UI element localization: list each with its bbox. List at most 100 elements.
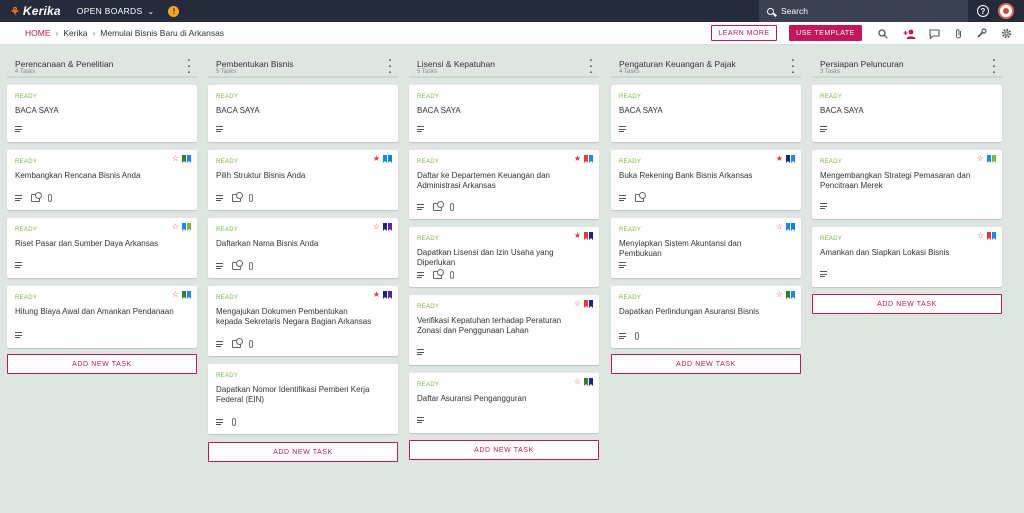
task-card[interactable]: READY Buka Rekening Bank Bisnis Arkansas ★: [611, 150, 801, 210]
task-card[interactable]: READY Kembangkan Rencana Bisnis Anda ☆: [7, 150, 197, 210]
kerika-logo[interactable]: ⚘ Kerika: [10, 4, 61, 18]
help-icon[interactable]: ?: [977, 5, 989, 17]
search-input[interactable]: Search: [759, 0, 968, 22]
task-flags: ☆: [373, 223, 392, 231]
add-new-task-button[interactable]: ADD NEW TASK: [7, 354, 197, 374]
star-filled-icon[interactable]: ★: [373, 291, 380, 299]
task-card[interactable]: READY Menyiapkan Sistem Akuntansi dan Pem…: [611, 218, 801, 278]
star-outline-icon[interactable]: ☆: [977, 155, 984, 163]
chat-icon[interactable]: [928, 27, 941, 40]
star-filled-icon[interactable]: ★: [574, 232, 581, 240]
alert-icon[interactable]: !: [168, 5, 180, 17]
more-vert-icon[interactable]: · · ·: [187, 56, 191, 79]
tag-flag-icon: [383, 291, 387, 299]
star-outline-icon[interactable]: ☆: [172, 291, 179, 299]
star-outline-icon[interactable]: ☆: [977, 232, 984, 240]
task-status: READY: [619, 295, 642, 301]
column-header[interactable]: Pembentukan Bisnis 5 Tasks · · ·: [208, 52, 398, 79]
task-card[interactable]: READY Daftar ke Departemen Keuangan dan A…: [409, 150, 599, 219]
task-status: READY: [619, 159, 642, 165]
column-header[interactable]: Lisensi & Kepatuhan 5 Tasks · · ·: [409, 52, 599, 79]
task-icons: [216, 126, 232, 132]
task-card[interactable]: READY BACA SAYA: [409, 85, 599, 142]
tag-flag-icon: [589, 155, 593, 163]
more-vert-icon[interactable]: · · ·: [791, 56, 795, 79]
task-card[interactable]: READY Mengembangkan Strategi Pemasaran da…: [812, 150, 1002, 219]
breadcrumb: HOME › Kerika › Memulai Bisnis Baru di A…: [25, 28, 224, 38]
tag-flag-icon: [187, 155, 191, 163]
tag-flag-icon: [992, 232, 996, 240]
learn-more-button[interactable]: LEARN MORE: [711, 25, 777, 41]
board-column: Lisensi & Kepatuhan 5 Tasks · · · READY BACA S…: [409, 52, 599, 460]
task-card[interactable]: READY Pilih Struktur Bisnis Anda ★: [208, 150, 398, 210]
add-member-icon[interactable]: [903, 27, 916, 40]
description-icon: [619, 262, 626, 268]
add-new-task-button[interactable]: ADD NEW TASK: [208, 442, 398, 462]
star-outline-icon[interactable]: ☆: [776, 291, 783, 299]
task-status: READY: [216, 94, 239, 100]
board-header: HOME › Kerika › Memulai Bisnis Baru di A…: [0, 22, 1024, 45]
task-card[interactable]: READY Verifikasi Kepatuhan terhadap Perat…: [409, 295, 599, 365]
task-card[interactable]: READY Hitung Biaya Awal dan Amankan Penda…: [7, 286, 197, 348]
add-new-task-button[interactable]: ADD NEW TASK: [812, 294, 1002, 314]
more-vert-icon[interactable]: · · ·: [589, 56, 593, 79]
task-card[interactable]: READY Mengajukan Dokumen Pembentukan kepa…: [208, 286, 398, 356]
tag-flag-icon: [388, 223, 392, 231]
gear-icon[interactable]: [1000, 27, 1013, 40]
star-outline-icon[interactable]: ☆: [776, 223, 783, 231]
star-filled-icon[interactable]: ★: [574, 155, 581, 163]
breadcrumb-org[interactable]: Kerika: [63, 28, 87, 38]
open-boards-menu[interactable]: OPEN BOARDS ⌄: [77, 6, 155, 16]
task-card[interactable]: READY Dapatkan Lisensi dan Izin Usaha yan…: [409, 227, 599, 287]
star-outline-icon[interactable]: ☆: [373, 223, 380, 231]
star-filled-icon[interactable]: ★: [776, 155, 783, 163]
task-title: BACA SAYA: [216, 106, 260, 115]
attachment-icon[interactable]: [952, 27, 965, 40]
description-icon: [820, 271, 827, 277]
tools-icon[interactable]: [975, 27, 988, 40]
star-outline-icon[interactable]: ☆: [574, 378, 581, 386]
tag-flag-icon: [987, 155, 991, 163]
description-icon: [417, 272, 424, 278]
task-card[interactable]: READY Riset Pasar dan Sumber Daya Arkansa…: [7, 218, 197, 278]
description-icon: [216, 341, 223, 347]
description-icon: [619, 333, 626, 339]
checklist-icon: [433, 201, 444, 211]
star-outline-icon[interactable]: ☆: [172, 155, 179, 163]
attachment-icon: [249, 194, 253, 202]
task-card[interactable]: READY Daftarkan Nama Bisnis Anda ☆: [208, 218, 398, 278]
more-vert-icon[interactable]: · · ·: [388, 56, 392, 79]
task-card[interactable]: READY Amankan dan Siapkan Lokasi Bisnis ☆: [812, 227, 1002, 287]
add-new-task-button[interactable]: ADD NEW TASK: [611, 354, 801, 374]
task-icons: [820, 271, 836, 277]
task-icons: [417, 126, 433, 132]
task-card[interactable]: READY BACA SAYA: [208, 85, 398, 142]
description-icon: [619, 195, 626, 201]
use-template-button[interactable]: USE TEMPLATE: [789, 25, 862, 41]
column-header[interactable]: Perencanaan & Penelitian 4 Tasks · · ·: [7, 52, 197, 79]
task-card[interactable]: READY Daftar Asuransi Pengangguran ☆: [409, 373, 599, 433]
task-card[interactable]: READY Dapatkan Perlindungan Asuransi Bisn…: [611, 286, 801, 348]
more-vert-icon[interactable]: · · ·: [992, 56, 996, 79]
description-icon: [216, 419, 223, 425]
task-card[interactable]: READY BACA SAYA: [812, 85, 1002, 142]
column-task-count: 5 Tasks: [216, 69, 237, 75]
task-title: BACA SAYA: [619, 106, 663, 115]
task-title: Riset Pasar dan Sumber Daya Arkansas: [15, 239, 159, 248]
task-icons: [216, 260, 253, 270]
task-title: Buka Rekening Bank Bisnis Arkansas: [619, 171, 753, 180]
task-card[interactable]: READY Dapatkan Nomor Identifikasi Pemberi…: [208, 364, 398, 434]
add-new-task-button[interactable]: ADD NEW TASK: [409, 440, 599, 460]
star-outline-icon[interactable]: ☆: [574, 300, 581, 308]
task-card[interactable]: READY BACA SAYA: [611, 85, 801, 142]
star-outline-icon[interactable]: ☆: [172, 223, 179, 231]
tag-flag-icon: [388, 291, 392, 299]
star-filled-icon[interactable]: ★: [373, 155, 380, 163]
column-header[interactable]: Persiapan Peluncuran 3 Tasks · · ·: [812, 52, 1002, 79]
task-status: READY: [216, 295, 239, 301]
breadcrumb-home[interactable]: HOME: [25, 28, 51, 38]
avatar[interactable]: [998, 3, 1014, 19]
task-card[interactable]: READY BACA SAYA: [7, 85, 197, 142]
column-header[interactable]: Pengaturan Keuangan & Pajak 4 Tasks · · ·: [611, 52, 801, 79]
search-board-icon[interactable]: [876, 27, 889, 40]
